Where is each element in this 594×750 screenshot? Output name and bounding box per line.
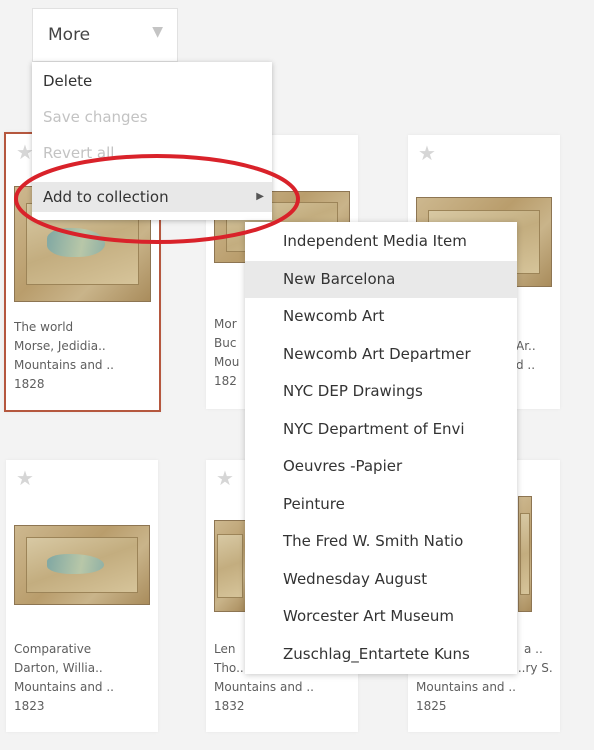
star-icon[interactable]: ★ — [216, 468, 234, 488]
star-icon[interactable]: ★ — [418, 143, 436, 163]
more-menu: Delete Save changes Revert all Add to co… — [32, 62, 272, 220]
collection-submenu: Independent Media Item New Barcelona New… — [245, 222, 517, 674]
grid-card[interactable]: ★ Comparative Darton, Willia.. Mountains… — [6, 460, 158, 732]
collection-item[interactable]: Independent Media Item — [245, 223, 517, 260]
card-meta: Comparative Darton, Willia.. Mountains a… — [14, 640, 154, 716]
menu-item-revert-all[interactable]: Revert all — [32, 138, 272, 168]
menu-item-label: Delete — [43, 72, 93, 90]
menu-item-label: Revert all — [43, 144, 115, 162]
card-year: 1825 — [416, 699, 447, 713]
collection-item[interactable]: Zuschlag_Entartete Kuns — [245, 636, 517, 673]
collection-item[interactable]: Oeuvres -Papier — [245, 448, 517, 485]
star-icon[interactable]: ★ — [16, 468, 34, 488]
more-button-label: More — [48, 25, 91, 45]
thumbnail-map-detail — [46, 554, 105, 574]
card-thumbnail[interactable] — [14, 525, 150, 605]
thumbnail-map-detail — [46, 227, 105, 257]
collection-item[interactable]: The Fred W. Smith Natio — [245, 523, 517, 560]
thumbnail-map — [217, 533, 243, 599]
card-meta: The world Morse, Jedidia.. Mountains and… — [14, 318, 155, 394]
collection-item[interactable]: Worcester Art Museum — [245, 598, 517, 635]
card-thumbnail[interactable] — [518, 496, 532, 612]
collection-item[interactable]: Peinture — [245, 486, 517, 523]
menu-item-save-changes[interactable]: Save changes — [32, 102, 272, 132]
card-subject: Ar.. — [516, 339, 536, 353]
card-year: 1832 — [214, 699, 245, 713]
caret-right-icon: ▶ — [256, 191, 264, 202]
collection-item[interactable]: NYC DEP Drawings — [245, 373, 517, 410]
card-author: Darton, Willia.. — [14, 661, 103, 675]
collection-item[interactable]: New Barcelona — [245, 261, 517, 298]
card-title: Comparative — [14, 642, 92, 656]
chevron-down-icon: ▼ — [152, 24, 163, 40]
card-title: The world — [14, 320, 74, 334]
card-subject: Mountains and .. — [214, 680, 314, 694]
card-subject: Mountains and .. — [14, 680, 114, 694]
card-year: 1823 — [14, 699, 45, 713]
collection-item[interactable]: Newcomb Art — [245, 298, 517, 335]
menu-item-label: Add to collection — [43, 188, 169, 206]
collection-item[interactable]: Wednesday August — [245, 561, 517, 598]
card-subject: Mountains and .. — [416, 680, 516, 694]
thumbnail-map — [25, 536, 139, 594]
card-subject: Mountains and .. — [14, 358, 114, 372]
menu-item-add-to-collection[interactable]: Add to collection ▶ — [32, 182, 272, 212]
collection-item[interactable]: Newcomb Art Departmer — [245, 336, 517, 373]
card-author: Morse, Jedidia.. — [14, 339, 106, 353]
collection-item[interactable]: NYC Department of Envi — [245, 411, 517, 448]
more-dropdown-button[interactable]: More ▼ — [32, 8, 178, 62]
menu-item-label: Save changes — [43, 108, 148, 126]
card-year: 1828 — [14, 377, 45, 391]
thumbnail-map — [519, 512, 531, 596]
card-thumbnail[interactable] — [214, 520, 246, 612]
menu-item-delete[interactable]: Delete — [32, 66, 272, 96]
card-meta: Ar.. d .. — [516, 337, 556, 375]
card-subject-2: d .. — [516, 358, 536, 372]
